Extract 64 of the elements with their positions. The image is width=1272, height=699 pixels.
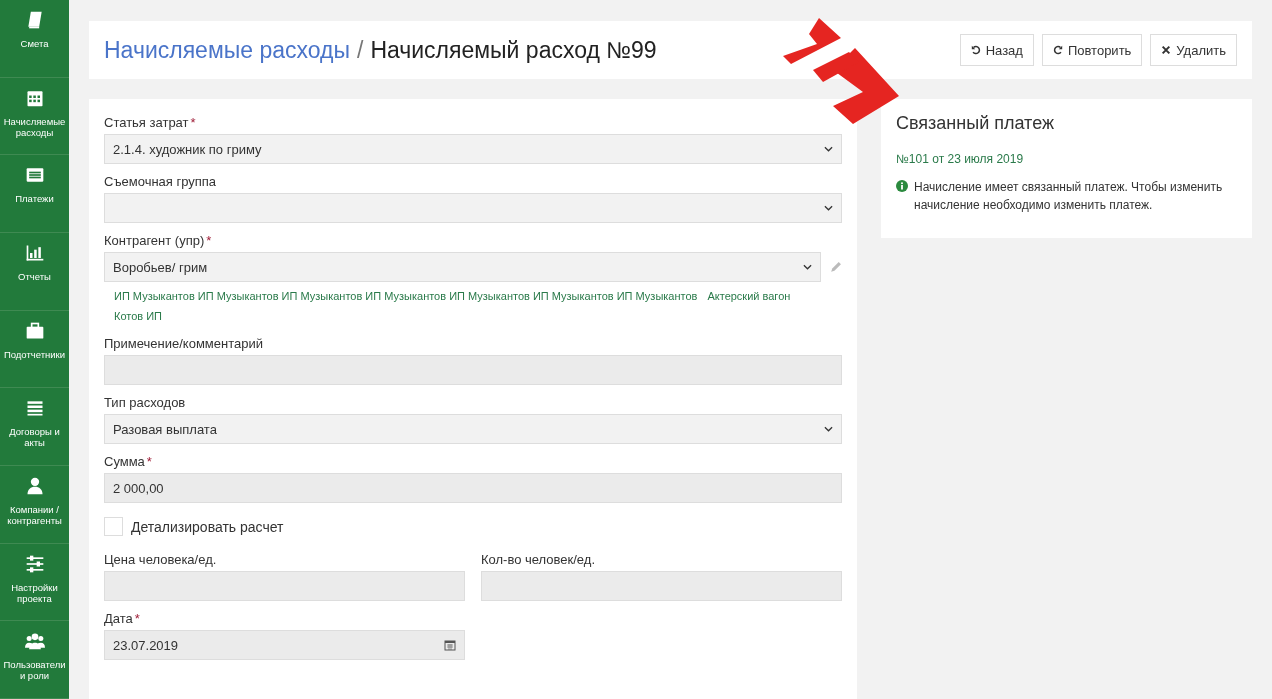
sidebar-item[interactable]: Подотчетники xyxy=(0,310,69,389)
sidebar-item[interactable]: Настройки проекта xyxy=(0,543,69,622)
contractor-link[interactable]: Актерский вагон xyxy=(707,286,791,306)
required-mark: * xyxy=(190,115,196,130)
field-label: Статья затрат xyxy=(104,115,189,130)
checkbox[interactable] xyxy=(104,517,123,536)
contractor-link[interactable]: Котов ИП xyxy=(114,306,163,326)
field-value: 2.1.4. художник по гриму xyxy=(113,141,262,157)
date-field[interactable]: 23.07.2019 xyxy=(104,630,465,660)
sidebar-item[interactable]: Начисляемые расходы xyxy=(0,77,69,156)
field-label: Тип расходов xyxy=(104,395,186,410)
sidebar-item[interactable]: Компании / контрагенты xyxy=(0,466,69,544)
breadcrumb-separator: / xyxy=(357,36,364,64)
required-mark: * xyxy=(206,233,212,248)
users-icon xyxy=(24,631,45,652)
briefcase-icon xyxy=(24,320,45,341)
field-value: 2 000,00 xyxy=(113,480,164,496)
field-label: Дата xyxy=(104,611,133,626)
delete-button[interactable]: Удалить xyxy=(1150,34,1237,66)
field-value: Разовая выплата xyxy=(113,421,217,437)
select-field[interactable]: 2.1.4. художник по гриму xyxy=(104,134,842,164)
info-icon xyxy=(896,180,908,192)
payment-link[interactable]: №101 от 23 июля 2019 xyxy=(896,152,1237,166)
checkbox-label: Детализировать расчет xyxy=(131,518,284,535)
breadcrumb-link[interactable]: Начисляемые расходы xyxy=(104,36,350,64)
sidebar-item[interactable]: Платежи xyxy=(0,155,69,233)
chevron-down-icon xyxy=(803,264,812,270)
page-title: Начисляемый расход №99 xyxy=(370,36,657,64)
info-message: Начисление имеет связанный платеж. Чтобы изменить начисление необходимо изменить платеж. xyxy=(914,179,1224,214)
calendar-icon xyxy=(444,639,456,651)
sidebar-item[interactable]: Смета xyxy=(0,0,69,78)
field-label: Цена человека/ед. xyxy=(104,552,218,567)
chevron-down-icon xyxy=(824,146,833,152)
field-label: Кол-во человек/ед. xyxy=(481,552,596,567)
required-mark: * xyxy=(134,611,140,626)
select-field[interactable] xyxy=(104,193,842,223)
select-field[interactable]: Разовая выплата xyxy=(104,414,842,444)
required-mark: * xyxy=(146,454,152,469)
field-value: Воробьев/ грим xyxy=(113,259,208,275)
input-field[interactable] xyxy=(104,571,465,601)
input-field[interactable] xyxy=(104,355,842,385)
bar-chart-icon xyxy=(24,243,45,263)
field-label: Примечение/комментарий xyxy=(104,336,263,351)
back-button[interactable]: Назад xyxy=(959,34,1034,66)
close-icon xyxy=(1161,45,1172,55)
sidebar-item[interactable]: Договоры и акты xyxy=(0,388,69,467)
sidebar-item[interactable]: Пользователи и роли xyxy=(0,621,69,699)
field-label: Съемочная группа xyxy=(104,174,217,189)
undo-icon xyxy=(970,45,981,55)
field-label: Сумма xyxy=(104,454,145,469)
contractor-link[interactable]: ИП Музыкантов ИП Музыкантов ИП Музыкантов ИП Музыкантов ИП Музыкантов ИП Музыкантов ИП Музыкантов xyxy=(114,286,698,306)
card-title: Связанный платеж xyxy=(896,113,1055,134)
field-value: 23.07.2019 xyxy=(113,637,179,653)
repeat-button[interactable]: Повторить xyxy=(1041,34,1143,66)
input-field[interactable] xyxy=(481,571,842,601)
chevron-down-icon xyxy=(824,426,833,432)
sliders-icon xyxy=(24,553,45,574)
pencil-icon[interactable] xyxy=(829,260,842,274)
input-field[interactable]: 2 000,00 xyxy=(104,473,842,503)
redo-icon xyxy=(1052,45,1063,55)
field-label: Контрагент (упр) xyxy=(104,233,205,248)
sidebar-item[interactable]: Отчеты xyxy=(0,233,69,311)
select-field[interactable]: Воробьев/ грим xyxy=(104,252,821,282)
chevron-down-icon xyxy=(824,205,833,211)
